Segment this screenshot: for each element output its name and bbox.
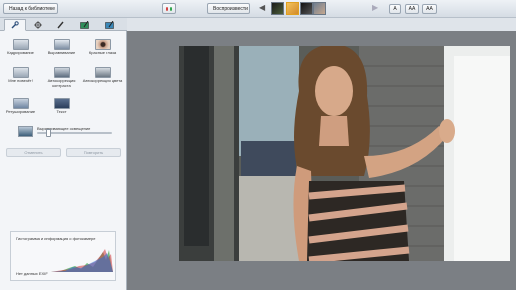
redo-button[interactable]: Повторить <box>66 148 121 157</box>
fill-light-slider-handle[interactable] <box>46 129 51 137</box>
text-size-small-button[interactable]: A <box>389 4 401 14</box>
exif-info: Нет данных EXIF <box>16 271 48 276</box>
eye-icon <box>94 39 111 50</box>
share-button[interactable] <box>162 3 176 14</box>
feeling-lucky-tool[interactable]: Мне повезёт! <box>0 67 41 84</box>
red-eye-tool[interactable]: Красные глаза <box>82 39 123 56</box>
thumbnail-selected[interactable] <box>286 2 299 15</box>
feeling-lucky-label: Мне повезёт! <box>8 78 33 83</box>
histogram-graph <box>51 249 113 272</box>
crop-tool[interactable]: Кадрирование <box>0 39 41 56</box>
straighten-label: Выравнивание <box>47 50 76 55</box>
retouch-label: Ретуширование <box>5 109 36 114</box>
histogram-title: Гистограмма и информация о фотокамере <box>16 236 96 241</box>
lucky-icon <box>12 67 29 78</box>
photo-stage <box>127 31 516 290</box>
color-icon <box>94 67 111 78</box>
thumbnail[interactable] <box>300 2 313 15</box>
fill-light-label: Выравнивающее освещение <box>37 126 91 131</box>
frame-pencil-icon <box>104 21 114 29</box>
back-to-library-label: Назад к библиотеке <box>9 5 56 12</box>
retouch-icon <box>12 98 29 109</box>
thumbnail[interactable] <box>271 2 284 15</box>
back-to-library-button[interactable]: Назад к библиотеке <box>3 3 58 14</box>
fill-light-slider[interactable] <box>37 129 112 137</box>
text-size-medium-label: AA <box>408 6 416 12</box>
tab-basic-fixes[interactable] <box>4 19 26 31</box>
brush-icon <box>57 21 64 29</box>
retouch-tool[interactable]: Ретуширование <box>0 98 41 115</box>
contrast-icon <box>53 67 70 78</box>
tab-frames[interactable] <box>98 19 120 31</box>
play-label: Воспроизвести <box>213 5 248 12</box>
auto-contrast-tool[interactable]: Автокоррекция контраста <box>41 67 82 88</box>
crop-label: Кадрирование <box>7 50 34 55</box>
fill-light-icon <box>18 126 33 137</box>
photo[interactable] <box>179 46 510 261</box>
top-toolbar: Назад к библиотеке Воспроизвести ◀ ▶ A A… <box>0 0 516 18</box>
red-eye-label: Красные глаза <box>88 50 117 55</box>
text-size-medium-button[interactable]: AA <box>405 4 419 14</box>
frame-icon <box>79 21 89 29</box>
text-size-small-label: A <box>393 6 397 12</box>
undo-button[interactable]: Отменить <box>6 148 61 157</box>
edit-tabs <box>0 18 127 31</box>
tab-more-effects[interactable] <box>73 19 95 31</box>
auto-color-tool[interactable]: Автокоррекция цвета <box>82 67 123 84</box>
text-tool[interactable]: Текст <box>41 98 82 115</box>
tab-effects[interactable] <box>50 19 72 31</box>
thumbnail[interactable] <box>313 2 326 15</box>
straighten-icon <box>53 39 70 50</box>
share-icon-part <box>170 6 172 11</box>
previous-photo-icon[interactable]: ◀ <box>259 3 265 12</box>
text-size-large-label: AA <box>426 6 433 12</box>
text-size-large-button[interactable]: AA <box>422 4 437 14</box>
photo-image <box>179 46 510 261</box>
text-label: Текст <box>56 109 67 114</box>
sliders-icon <box>34 21 42 29</box>
share-icon <box>166 6 168 11</box>
auto-color-label: Автокоррекция цвета <box>82 78 123 83</box>
play-slideshow-button[interactable]: Воспроизвести <box>207 3 250 14</box>
wrench-icon <box>11 21 19 29</box>
tab-tuning[interactable] <box>27 19 49 31</box>
auto-contrast-label: Автокоррекция контраста <box>47 78 76 88</box>
straighten-tool[interactable]: Выравнивание <box>41 39 82 56</box>
histogram-panel: Гистограмма и информация о фотокамере Не… <box>10 231 116 281</box>
text-abc-icon <box>53 98 70 109</box>
crop-icon <box>12 39 29 50</box>
next-photo-icon[interactable]: ▶ <box>372 3 378 12</box>
